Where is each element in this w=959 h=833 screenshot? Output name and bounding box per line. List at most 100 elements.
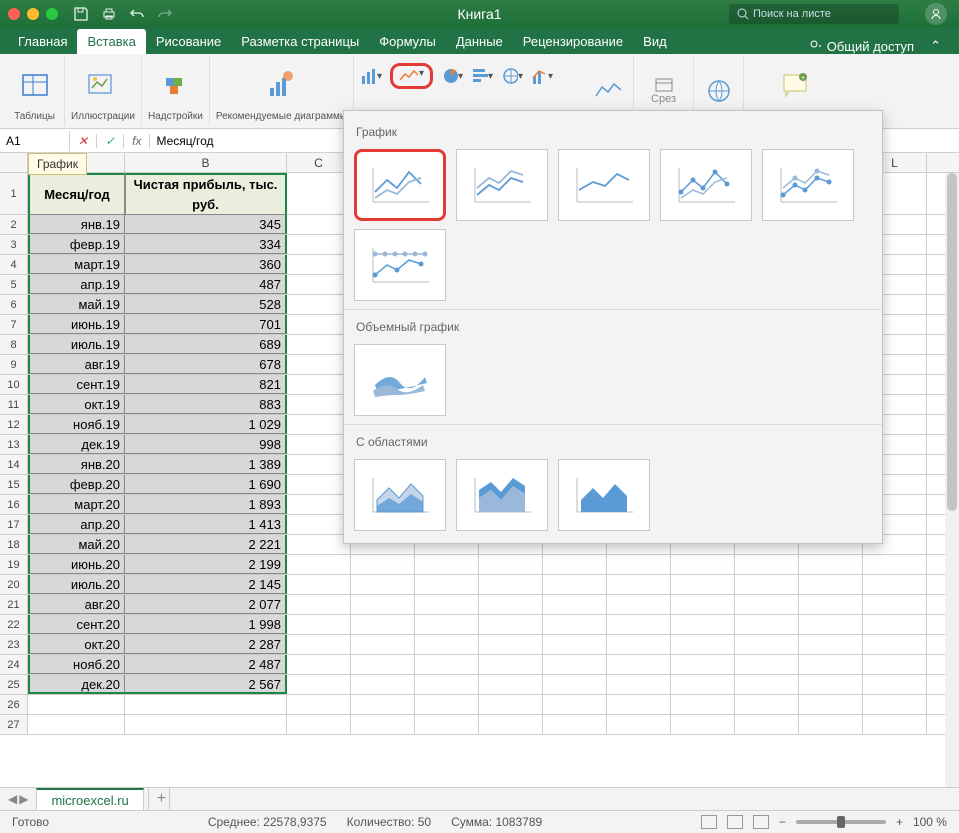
group-recommended-charts[interactable]: Рекомендуемые диаграммы (210, 56, 354, 126)
undo-icon[interactable] (129, 6, 145, 22)
cell[interactable] (479, 655, 543, 674)
redo-icon[interactable] (157, 6, 173, 22)
col-header[interactable]: C (287, 153, 351, 172)
cell[interactable] (479, 575, 543, 594)
cell[interactable] (607, 595, 671, 614)
cell[interactable]: 1 690 (125, 475, 287, 494)
cell[interactable]: янв.19 (28, 215, 125, 234)
pie-chart-icon[interactable]: ▾ (441, 62, 463, 90)
row-header[interactable]: 20 (0, 575, 28, 594)
cell[interactable] (287, 335, 351, 354)
tab-insert[interactable]: Вставка (77, 29, 145, 54)
view-pagebreak-icon[interactable] (753, 815, 769, 829)
cell[interactable] (287, 595, 351, 614)
cell[interactable]: июнь.19 (28, 315, 125, 334)
cell[interactable] (287, 575, 351, 594)
row-header[interactable]: 2 (0, 215, 28, 234)
cell[interactable] (415, 635, 479, 654)
row-header[interactable]: 7 (0, 315, 28, 334)
cell[interactable] (607, 615, 671, 634)
cell[interactable] (671, 635, 735, 654)
cell[interactable] (287, 315, 351, 334)
cell[interactable] (415, 695, 479, 714)
row-header[interactable]: 1 (0, 173, 28, 214)
cell[interactable]: июль.20 (28, 575, 125, 594)
cell[interactable] (607, 715, 671, 734)
cell[interactable] (671, 695, 735, 714)
cell[interactable] (287, 535, 351, 554)
cell[interactable] (735, 575, 799, 594)
line-chart-markers-100pct[interactable] (354, 229, 446, 301)
cell[interactable] (479, 675, 543, 694)
cell[interactable]: 821 (125, 375, 287, 394)
cell[interactable] (543, 595, 607, 614)
cell[interactable]: 360 (125, 255, 287, 274)
cell[interactable] (863, 715, 927, 734)
sheet-tab-active[interactable]: microexcel.ru (36, 788, 143, 811)
cell[interactable] (287, 675, 351, 694)
area-chart-basic[interactable] (354, 459, 446, 531)
row-header[interactable]: 5 (0, 275, 28, 294)
fx-button[interactable]: fx (124, 134, 150, 148)
row-header[interactable]: 11 (0, 395, 28, 414)
cell[interactable] (125, 715, 287, 734)
zoom-slider[interactable] (796, 820, 886, 824)
col-header[interactable]: B (125, 153, 287, 172)
cell[interactable] (799, 595, 863, 614)
line-chart-markers-stacked[interactable] (762, 149, 854, 221)
cell[interactable] (607, 675, 671, 694)
cell[interactable] (735, 715, 799, 734)
cell[interactable] (543, 675, 607, 694)
tab-view[interactable]: Вид (633, 29, 677, 54)
cell[interactable] (607, 555, 671, 574)
cell[interactable] (415, 575, 479, 594)
cell[interactable]: авг.20 (28, 595, 125, 614)
collapse-ribbon-icon[interactable]: ⌃ (930, 38, 941, 54)
row-header[interactable]: 27 (0, 715, 28, 734)
cell[interactable] (799, 615, 863, 634)
sheet-nav-next[interactable]: ▶ (19, 792, 28, 806)
cell[interactable]: 883 (125, 395, 287, 414)
cell[interactable] (671, 615, 735, 634)
row-header[interactable]: 10 (0, 375, 28, 394)
cell[interactable]: окт.20 (28, 635, 125, 654)
bar-chart-icon[interactable]: ▾ (471, 62, 493, 90)
row-header[interactable]: 18 (0, 535, 28, 554)
cancel-formula[interactable]: ✕ (70, 134, 97, 148)
cell[interactable] (735, 655, 799, 674)
cell[interactable]: 998 (125, 435, 287, 454)
row-header[interactable]: 3 (0, 235, 28, 254)
cell[interactable]: май.20 (28, 535, 125, 554)
tab-draw[interactable]: Рисование (146, 29, 231, 54)
cell[interactable] (351, 595, 415, 614)
cell[interactable] (287, 635, 351, 654)
cell[interactable] (671, 655, 735, 674)
cell[interactable] (479, 595, 543, 614)
cell[interactable]: 1 998 (125, 615, 287, 634)
combo-chart-icon[interactable]: ▾ (531, 62, 553, 90)
cell[interactable]: 334 (125, 235, 287, 254)
cell[interactable] (671, 675, 735, 694)
column-chart-icon[interactable]: ▾ (360, 62, 382, 90)
cell[interactable] (799, 715, 863, 734)
row-header[interactable]: 4 (0, 255, 28, 274)
cell[interactable] (543, 575, 607, 594)
row-header[interactable]: 26 (0, 695, 28, 714)
cell[interactable]: июнь.20 (28, 555, 125, 574)
cell[interactable] (671, 595, 735, 614)
save-icon[interactable] (73, 6, 89, 22)
user-icon[interactable] (925, 3, 947, 25)
row-header[interactable]: 6 (0, 295, 28, 314)
cell[interactable]: июль.19 (28, 335, 125, 354)
cell[interactable] (607, 655, 671, 674)
cell[interactable] (415, 615, 479, 634)
cell[interactable] (287, 395, 351, 414)
group-addins[interactable]: Надстройки (142, 56, 210, 126)
cell[interactable]: 2 077 (125, 595, 287, 614)
cell[interactable]: март.19 (28, 255, 125, 274)
cell[interactable]: нояб.20 (28, 655, 125, 674)
cell[interactable] (799, 575, 863, 594)
cell[interactable] (671, 715, 735, 734)
cell[interactable]: апр.19 (28, 275, 125, 294)
new-sheet-button[interactable]: + (148, 787, 170, 811)
